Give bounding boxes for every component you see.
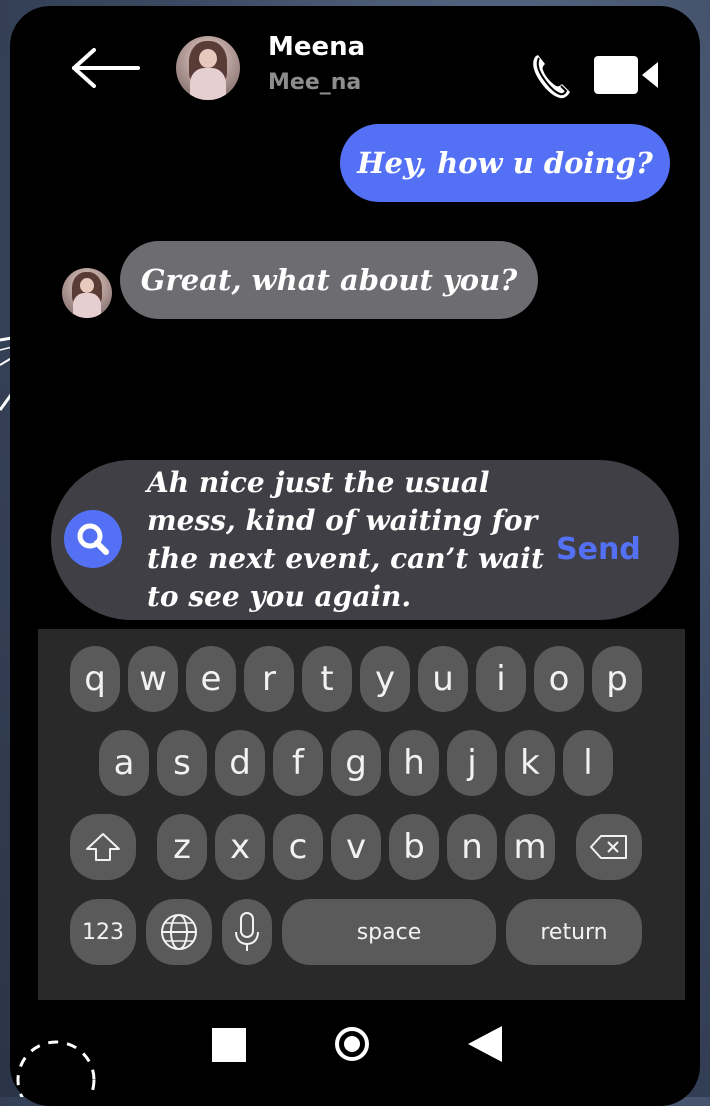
globe-key[interactable] bbox=[146, 899, 212, 965]
video-camera-icon[interactable] bbox=[594, 54, 658, 96]
search-button[interactable] bbox=[64, 510, 122, 568]
message-composer[interactable]: Ah nice just the usual mess, kind of wai… bbox=[51, 460, 679, 620]
send-button[interactable]: Send bbox=[556, 532, 641, 567]
contact-handle: Mee_na bbox=[268, 70, 362, 95]
backspace-icon bbox=[590, 835, 627, 859]
contact-name: Meena bbox=[268, 32, 366, 62]
chat-header: Meena Mee_na bbox=[10, 6, 700, 126]
key-y[interactable]: y bbox=[360, 646, 410, 712]
microphone-key[interactable] bbox=[222, 899, 272, 965]
message-input[interactable]: Ah nice just the usual mess, kind of wai… bbox=[147, 464, 551, 616]
dashed-circle-decoration bbox=[16, 1040, 96, 1097]
key-e[interactable]: e bbox=[186, 646, 236, 712]
key-c[interactable]: c bbox=[273, 814, 323, 880]
phone-icon[interactable] bbox=[530, 52, 574, 100]
key-n[interactable]: n bbox=[447, 814, 497, 880]
shift-key[interactable] bbox=[70, 814, 136, 880]
triangle-icon[interactable] bbox=[468, 1026, 502, 1062]
key-d[interactable]: d bbox=[215, 730, 265, 796]
phone-frame: Meena Mee_na Hey, how u doing? Great, wh… bbox=[10, 6, 700, 1106]
numbers-key[interactable]: 123 bbox=[70, 899, 136, 965]
square-icon[interactable] bbox=[212, 1028, 246, 1062]
key-q[interactable]: q bbox=[70, 646, 120, 712]
key-o[interactable]: o bbox=[534, 646, 584, 712]
key-t[interactable]: t bbox=[302, 646, 352, 712]
key-f[interactable]: f bbox=[273, 730, 323, 796]
return-key[interactable]: return bbox=[506, 899, 642, 965]
key-x[interactable]: x bbox=[215, 814, 265, 880]
key-j[interactable]: j bbox=[447, 730, 497, 796]
key-l[interactable]: l bbox=[563, 730, 613, 796]
key-v[interactable]: v bbox=[331, 814, 381, 880]
shift-icon bbox=[86, 833, 120, 861]
key-h[interactable]: h bbox=[389, 730, 439, 796]
message-bubble-received: Great, what about you? bbox=[120, 241, 538, 319]
key-b[interactable]: b bbox=[389, 814, 439, 880]
key-k[interactable]: k bbox=[505, 730, 555, 796]
key-w[interactable]: w bbox=[128, 646, 178, 712]
contact-avatar[interactable] bbox=[176, 36, 240, 100]
key-a[interactable]: a bbox=[99, 730, 149, 796]
key-g[interactable]: g bbox=[331, 730, 381, 796]
message-avatar bbox=[62, 268, 112, 318]
space-key[interactable]: space bbox=[282, 899, 496, 965]
circle-icon[interactable] bbox=[334, 1026, 370, 1062]
back-arrow-icon[interactable] bbox=[70, 48, 142, 88]
key-r[interactable]: r bbox=[244, 646, 294, 712]
key-i[interactable]: i bbox=[476, 646, 526, 712]
keyboard: q w e r t y u i o p a s d f g h j k l z … bbox=[38, 629, 685, 1000]
key-p[interactable]: p bbox=[592, 646, 642, 712]
key-m[interactable]: m bbox=[505, 814, 555, 880]
globe-icon bbox=[161, 914, 197, 950]
navigation-bar bbox=[10, 1006, 700, 1086]
key-z[interactable]: z bbox=[157, 814, 207, 880]
search-icon bbox=[77, 523, 109, 555]
key-u[interactable]: u bbox=[418, 646, 468, 712]
microphone-icon bbox=[235, 912, 259, 951]
key-s[interactable]: s bbox=[157, 730, 207, 796]
message-bubble-sent: Hey, how u doing? bbox=[340, 124, 670, 202]
delete-key[interactable] bbox=[576, 814, 642, 880]
